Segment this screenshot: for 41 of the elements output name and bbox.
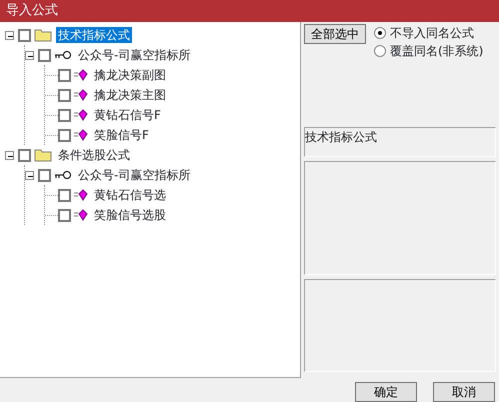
tree-item[interactable]: 条件选股公式 <box>56 147 132 163</box>
window-title: 导入公式 <box>0 0 499 22</box>
folder-icon <box>34 28 52 42</box>
checkbox[interactable] <box>18 148 31 162</box>
diamond-icon <box>74 89 88 101</box>
checkbox[interactable] <box>18 28 31 42</box>
dialog-button[interactable]: 确定 <box>355 382 417 402</box>
checkbox[interactable] <box>58 188 71 202</box>
checkbox[interactable] <box>38 48 51 62</box>
diamond-icon <box>74 109 88 121</box>
radio-option[interactable]: 不导入同名公式 <box>374 24 484 42</box>
key-icon <box>54 170 72 180</box>
diamond-icon <box>74 209 88 221</box>
tree-item[interactable]: 笑脸信号F <box>92 127 151 143</box>
dialog-button[interactable]: 取消 <box>433 382 495 402</box>
checkbox[interactable] <box>58 208 71 222</box>
expand-icon[interactable] <box>5 30 14 40</box>
expand-icon[interactable] <box>25 50 34 60</box>
checkbox[interactable] <box>58 128 71 142</box>
tree-item[interactable]: 技术指标公式 <box>56 27 132 43</box>
select-all-button[interactable]: 全部选中 <box>304 24 366 44</box>
folder-icon <box>34 148 52 162</box>
checkbox[interactable] <box>58 88 71 102</box>
diamond-icon <box>74 129 88 141</box>
expand-icon[interactable] <box>5 150 14 160</box>
checkbox[interactable] <box>58 68 71 82</box>
expand-icon[interactable] <box>25 170 34 180</box>
diamond-icon <box>74 69 88 81</box>
checkbox[interactable] <box>58 108 71 122</box>
tree-item[interactable]: 公众号-司赢空指标所 <box>76 167 192 183</box>
tree-item[interactable]: 擒龙决策主图 <box>92 87 168 103</box>
info-text: 技术指标公式 <box>305 130 377 144</box>
key-icon <box>54 50 72 60</box>
tree-item[interactable]: 公众号-司赢空指标所 <box>76 47 192 63</box>
diamond-icon <box>74 189 88 201</box>
checkbox[interactable] <box>38 168 51 182</box>
radio-option[interactable]: 覆盖同名(非系统) <box>374 42 484 60</box>
tree-item[interactable]: 笑脸信号选股 <box>92 207 168 223</box>
tree-item[interactable]: 黄钻石信号选 <box>92 187 168 203</box>
tree-item[interactable]: 擒龙决策副图 <box>92 67 168 83</box>
tree-item[interactable]: 黄钻石信号F <box>92 107 163 123</box>
